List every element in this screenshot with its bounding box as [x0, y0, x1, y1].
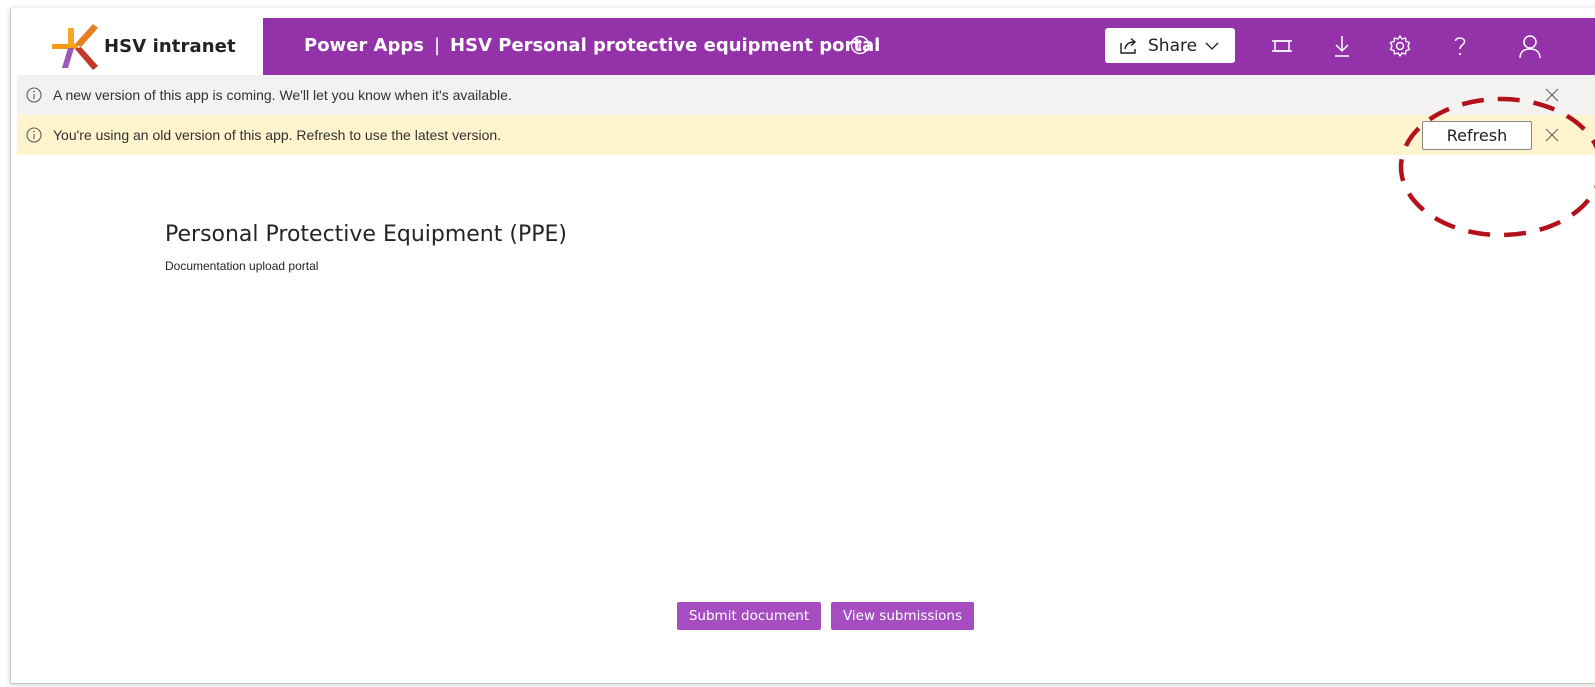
- info-icon: [26, 127, 42, 143]
- submit-document-button[interactable]: Submit document: [677, 602, 821, 630]
- info-banner: A new version of this app is coming. We'…: [17, 75, 1595, 115]
- app-title-text: HSV Personal protective equipment portal: [450, 35, 881, 56]
- app-bar: Power Apps | HSV Personal protective equip…: [263, 18, 1595, 75]
- view-submissions-button[interactable]: View submissions: [831, 602, 974, 630]
- info-icon: [26, 87, 42, 103]
- share-label: Share: [1148, 35, 1198, 56]
- warning-banner: You're using an old version of this app.…: [17, 115, 1595, 155]
- app-name: Power Apps: [304, 35, 424, 56]
- user-icon[interactable]: [1517, 33, 1543, 59]
- page-title: Personal Protective Equipment (PPE): [165, 222, 567, 247]
- app-title: Power Apps | HSV Personal protective equip…: [304, 35, 880, 56]
- share-button[interactable]: Share: [1105, 28, 1235, 63]
- logo[interactable]: HSV intranet: [17, 18, 263, 75]
- page-subtitle: Documentation upload portal: [165, 259, 319, 273]
- share-icon: [1120, 37, 1137, 54]
- close-icon[interactable]: [1544, 127, 1560, 143]
- help-icon[interactable]: [1447, 33, 1473, 59]
- hsv-logo-icon: [52, 23, 98, 70]
- info-banner-message: A new version of this app is coming. We'…: [53, 87, 512, 103]
- app-header: HSV intranet Power Apps | HSV Personal pro…: [17, 18, 1595, 75]
- close-icon[interactable]: [1544, 87, 1560, 103]
- info-icon[interactable]: [849, 34, 871, 56]
- fit-screen-icon[interactable]: [1269, 33, 1295, 59]
- title-separator: |: [433, 35, 441, 56]
- download-icon[interactable]: [1329, 33, 1355, 59]
- chevron-down-icon: [1205, 42, 1219, 50]
- refresh-button[interactable]: Refresh: [1422, 121, 1532, 150]
- logo-text: HSV intranet: [104, 36, 236, 57]
- warning-banner-message: You're using an old version of this app.…: [53, 127, 502, 143]
- settings-icon[interactable]: [1387, 33, 1413, 59]
